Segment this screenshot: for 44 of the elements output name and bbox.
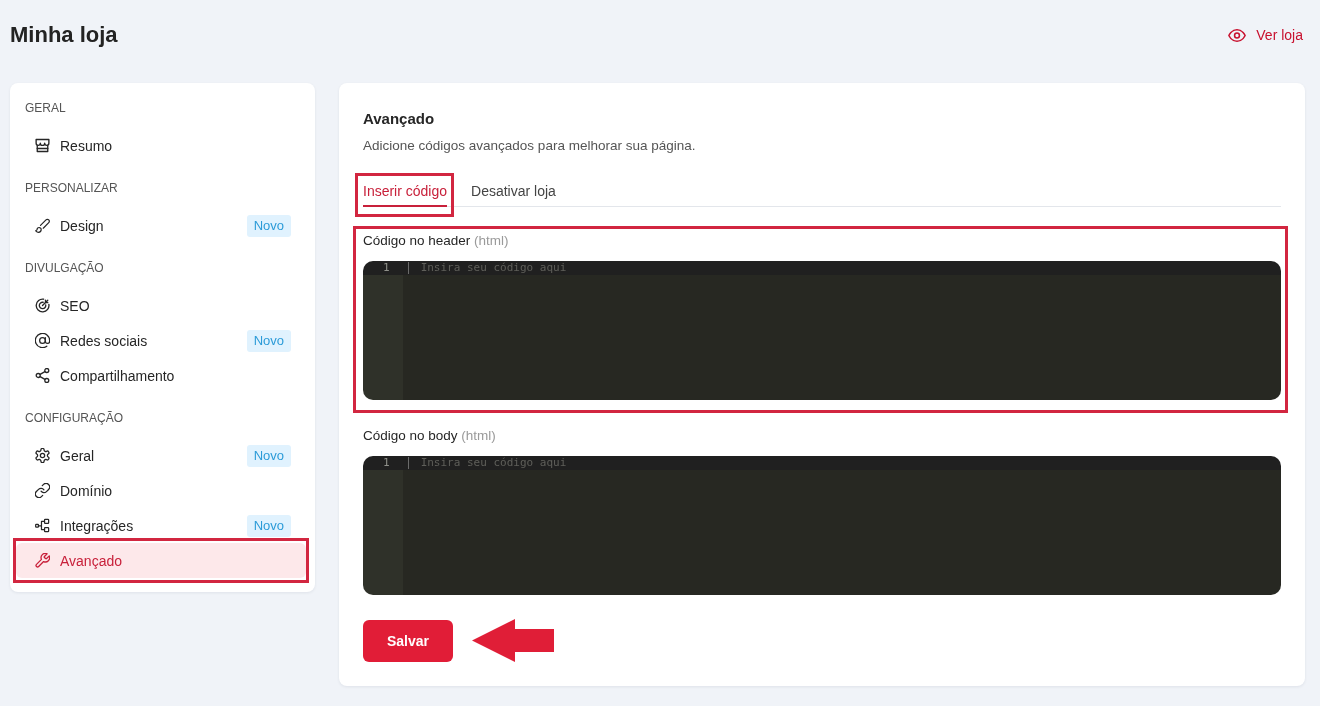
new-badge: Novo: [246, 514, 291, 537]
line-number: 1: [383, 261, 390, 275]
section-description: Adicione códigos avançados para melhorar sua página.: [363, 137, 697, 155]
sidebar-item[interactable]: Design Novo: [16, 208, 306, 243]
new-badge: Novo: [246, 214, 291, 237]
share-icon: [35, 368, 50, 383]
placeholder-text: Insira seu código aqui: [420, 456, 567, 470]
section-heading: CONFIGURAÇÃO: [24, 410, 124, 426]
store-icon: [35, 138, 50, 153]
gear-icon: [35, 448, 50, 463]
section-heading: DIVULGAÇÃO: [24, 260, 105, 276]
nodes-icon: [35, 518, 50, 533]
field-label: Código no header (html): [363, 232, 510, 250]
section-title: Avançado: [363, 109, 436, 129]
tab[interactable]: Desativar loja: [471, 181, 556, 207]
section-heading: GERAL: [24, 100, 67, 116]
line-number: 1: [383, 456, 390, 470]
link-icon: [35, 483, 50, 498]
text-cursor-icon: [407, 262, 409, 274]
eye-icon: [1228, 28, 1247, 42]
wrench-icon: [35, 553, 50, 568]
sidebar-item[interactable]: Geral Novo: [16, 438, 306, 473]
sidebar-item[interactable]: Avançado: [16, 543, 306, 578]
placeholder-text: Insira seu código aqui: [420, 261, 567, 275]
save-button[interactable]: Salvar: [363, 619, 453, 662]
at-sign-icon: [35, 333, 50, 348]
sidebar-item[interactable]: SEO: [16, 288, 306, 323]
sidebar-item[interactable]: Redes sociais Novo: [16, 323, 306, 358]
section-heading: PERSONALIZAR: [24, 180, 119, 196]
new-badge: Novo: [246, 329, 291, 352]
sidebar-item[interactable]: Domínio: [16, 473, 306, 508]
sidebar-item[interactable]: Compartilhamento: [16, 358, 306, 393]
target-icon: [35, 298, 50, 313]
paintbrush-icon: [35, 218, 50, 233]
field-label: Código no body (html): [363, 427, 497, 445]
page-title: Minha loja: [10, 21, 118, 49]
view-store-link[interactable]: Ver loja: [1228, 27, 1303, 43]
code-editor[interactable]: 1 Insira seu código aqui: [363, 456, 1281, 595]
code-editor[interactable]: 1 Insira seu código aqui: [363, 261, 1281, 400]
text-cursor-icon: [407, 457, 409, 469]
tab[interactable]: Inserir código: [363, 181, 448, 207]
sidebar-item[interactable]: Resumo: [16, 128, 306, 163]
new-badge: Novo: [246, 444, 291, 467]
sidebar-item[interactable]: Integrações Novo: [16, 508, 306, 543]
